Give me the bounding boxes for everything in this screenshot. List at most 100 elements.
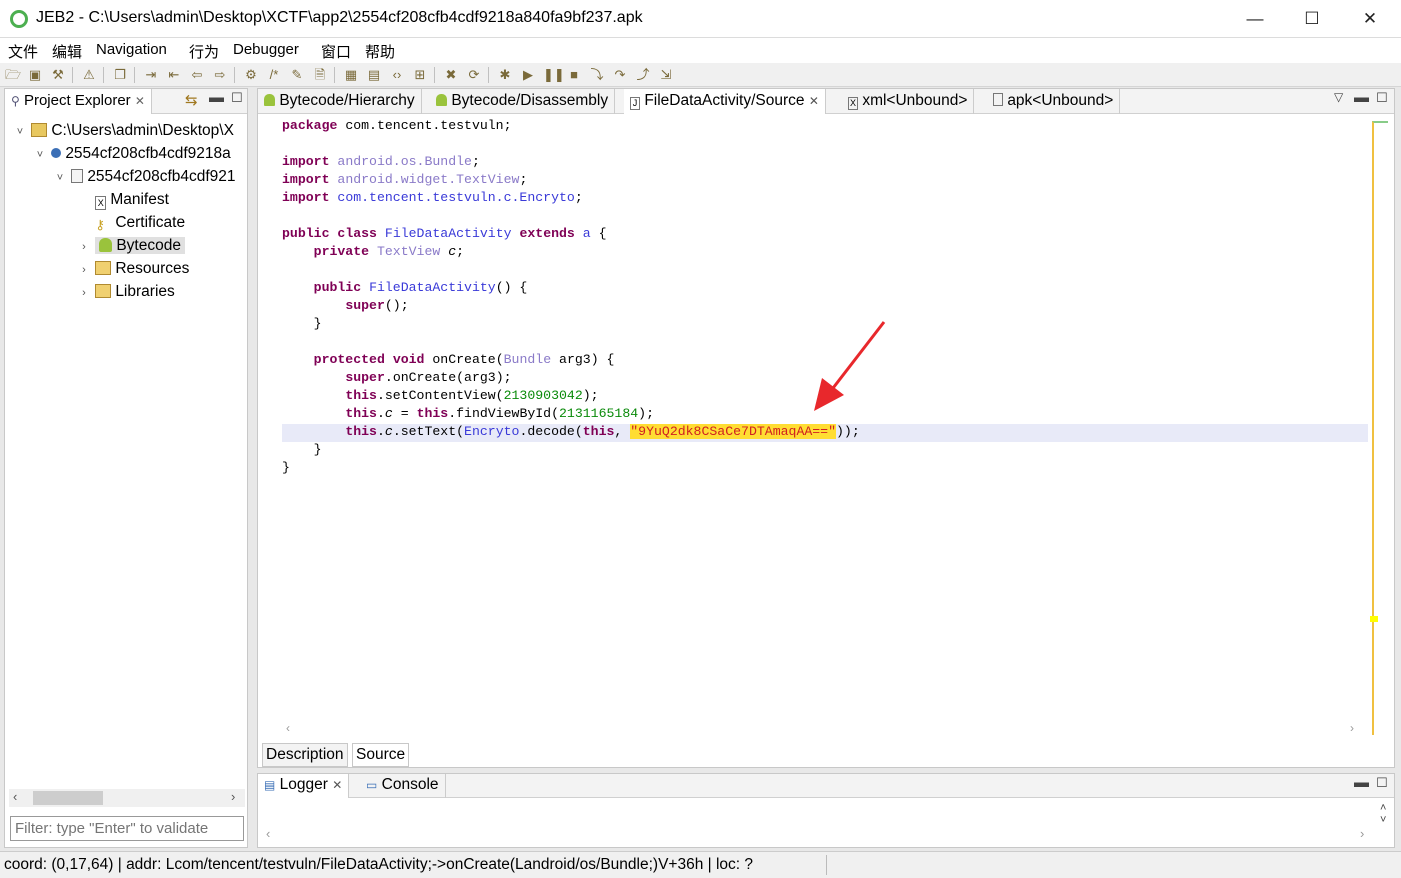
scroll-left-icon[interactable]: ‹: [13, 789, 17, 804]
menu-navigation[interactable]: Navigation: [96, 41, 167, 58]
tree-item-libraries[interactable]: › Libraries: [13, 280, 245, 303]
menu-action[interactable]: 行为: [189, 41, 219, 62]
maximize-panel-icon[interactable]: ☐: [1376, 775, 1388, 791]
back-icon[interactable]: ⇦: [189, 67, 205, 83]
view-menu-icon[interactable]: ▽: [1334, 90, 1343, 104]
scroll-up-icon[interactable]: ˄: [1380, 802, 1386, 814]
import-icon[interactable]: ⇥: [143, 67, 159, 83]
minimize-panel-icon[interactable]: ▬: [1354, 89, 1369, 106]
scroll-right-icon[interactable]: ›: [231, 789, 235, 804]
title-bar: JEB2 - C:\Users\admin\Desktop\XCTF\app2\…: [0, 0, 1401, 38]
overview-marker[interactable]: [1370, 616, 1378, 622]
tree-item-certificate[interactable]: ⚷ Certificate: [13, 211, 245, 234]
scroll-left-icon[interactable]: ‹: [286, 721, 290, 735]
close-button[interactable]: ✕: [1341, 0, 1399, 38]
rename-icon[interactable]: ✎: [289, 67, 305, 83]
scroll-down-icon[interactable]: ˅: [1380, 814, 1386, 826]
step-over-icon[interactable]: ↷: [612, 67, 628, 83]
tab-console[interactable]: ▭ Console: [360, 774, 446, 798]
close-icon[interactable]: ✕: [809, 94, 819, 108]
overview-ruler[interactable]: [1372, 121, 1388, 735]
graph-icon[interactable]: ▦: [343, 67, 359, 83]
number-literal: 2130903042: [503, 388, 583, 403]
debug-icon[interactable]: ✱: [497, 67, 513, 83]
menu-help[interactable]: 帮助: [365, 41, 395, 62]
chevron-down-icon[interactable]: ˅: [13, 121, 27, 144]
properties-icon[interactable]: ⚒: [50, 67, 66, 83]
delete-icon[interactable]: ✖: [443, 67, 459, 83]
close-icon[interactable]: ✕: [332, 778, 342, 792]
menu-debugger[interactable]: Debugger: [233, 41, 299, 58]
minimize-button[interactable]: —: [1226, 0, 1284, 38]
tree-item-workspace[interactable]: ˅ C:\Users\admin\Desktop\X: [13, 119, 245, 142]
menu-file[interactable]: 文件: [8, 41, 38, 62]
step-out-icon[interactable]: ⤴: [635, 67, 651, 83]
maximize-panel-icon[interactable]: ☐: [231, 90, 243, 106]
code-horizontal-scrollbar[interactable]: ‹ ›: [282, 719, 1368, 737]
maximize-button[interactable]: ☐: [1283, 0, 1341, 38]
tree-item-apk[interactable]: ˅ 2554cf208cfb4cdf921: [13, 165, 245, 188]
keyword: import: [282, 154, 330, 169]
tab-source[interactable]: Source: [352, 743, 410, 767]
horizontal-scrollbar[interactable]: ‹ ›: [9, 789, 245, 807]
tab-bytecode-disassembly[interactable]: Bytecode/Disassembly: [430, 89, 616, 114]
link-editor-icon[interactable]: ⇆: [185, 91, 198, 109]
comment-icon[interactable]: /*: [266, 67, 282, 83]
tab-logger[interactable]: ▤ Logger ✕: [258, 774, 350, 798]
tab-xml-unbound[interactable]: X xml<Unbound>: [842, 89, 975, 114]
code-icon[interactable]: ‹›: [389, 67, 405, 83]
keyword: import: [282, 190, 330, 205]
refresh-icon[interactable]: ⟳: [466, 67, 482, 83]
menu-window[interactable]: 窗口: [321, 41, 351, 62]
tree-item-manifest[interactable]: X Manifest: [13, 188, 245, 211]
toolbar-separator: [488, 67, 489, 83]
chevron-down-icon[interactable]: ˅: [53, 167, 67, 190]
run-to-line-icon[interactable]: ⇲: [658, 67, 674, 83]
android-icon: [99, 238, 113, 252]
references-icon[interactable]: 🗎: [312, 67, 328, 83]
stop-icon[interactable]: ■: [566, 67, 582, 83]
save-icon[interactable]: ▣: [27, 67, 43, 83]
scroll-left-icon[interactable]: ‹: [266, 826, 270, 841]
project-explorer-icon: ⚲: [11, 94, 20, 108]
minimize-panel-icon[interactable]: ▬: [209, 89, 224, 106]
source-code-view[interactable]: package com.tencent.testvuln; import and…: [282, 117, 1368, 717]
param-name: arg3: [464, 370, 496, 385]
chevron-down-icon[interactable]: ˅: [33, 144, 47, 167]
tab-project-explorer[interactable]: ⚲ Project Explorer ✕: [5, 89, 152, 114]
open-icon[interactable]: 🗁: [5, 67, 21, 83]
structure-icon[interactable]: ⊞: [412, 67, 428, 83]
code-line: import com.tencent.testvuln.c.Encryto;: [282, 190, 583, 205]
tree-item-artifact[interactable]: ˅ 2554cf208cfb4cdf9218a: [13, 142, 245, 165]
maximize-panel-icon[interactable]: ☐: [1376, 90, 1388, 106]
tab-apk-unbound[interactable]: apk<Unbound>: [987, 89, 1121, 114]
chevron-right-icon[interactable]: ›: [77, 236, 91, 259]
step-into-icon[interactable]: ⤵: [589, 67, 605, 83]
decompile-icon[interactable]: ⚙: [243, 67, 259, 83]
menu-bar: 文件 编辑 Navigation 行为 Debugger 窗口 帮助: [0, 38, 1401, 63]
project-explorer-title: Project Explorer: [23, 92, 131, 109]
export-icon[interactable]: ⇤: [166, 67, 182, 83]
tree-item-bytecode[interactable]: › Bytecode: [13, 234, 245, 257]
new-window-icon[interactable]: ❐: [112, 67, 128, 83]
tab-filedataactivity-source[interactable]: J FileDataActivity/Source ✕: [624, 89, 826, 114]
tab-bytecode-hierarchy[interactable]: Bytecode/Hierarchy: [258, 89, 422, 114]
close-icon[interactable]: ✕: [135, 94, 145, 108]
tree-item-resources[interactable]: › Resources: [13, 257, 245, 280]
hierarchy-icon[interactable]: ▤: [366, 67, 382, 83]
toolbar-separator: [434, 67, 435, 83]
scrollbar-thumb[interactable]: [33, 791, 103, 805]
tab-description[interactable]: Description: [262, 743, 348, 767]
menu-edit[interactable]: 编辑: [52, 41, 82, 62]
filter-input[interactable]: [10, 816, 244, 841]
chevron-right-icon[interactable]: ›: [77, 282, 91, 303]
minimize-panel-icon[interactable]: ▬: [1354, 774, 1369, 791]
run-icon[interactable]: ▶: [520, 67, 536, 83]
scroll-right-icon[interactable]: ›: [1350, 721, 1354, 735]
tab-label: Bytecode/Hierarchy: [279, 92, 415, 109]
chevron-right-icon[interactable]: ›: [77, 259, 91, 282]
scroll-right-icon[interactable]: ›: [1360, 826, 1364, 841]
forward-icon[interactable]: ⇨: [212, 67, 228, 83]
pause-icon[interactable]: ❚❚: [543, 67, 565, 83]
warning-icon[interactable]: ⚠: [81, 67, 97, 83]
